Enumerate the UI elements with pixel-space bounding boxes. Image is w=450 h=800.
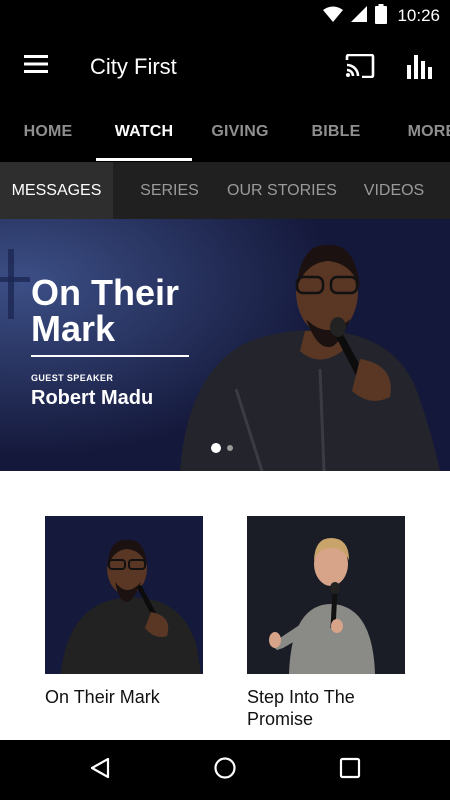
tab-bible[interactable]: BIBLE [288,102,384,162]
message-list: On Their Mark Step Into The Promise [0,471,450,740]
hero-divider [31,355,189,357]
status-bar: 10:26 [0,0,450,32]
tab-watch[interactable]: WATCH [96,102,192,162]
tab-indicator [96,158,192,161]
subtab-videos[interactable]: VIDEOS [338,162,450,219]
message-thumbnail[interactable] [45,516,203,674]
cast-icon [345,53,375,83]
hero-label: GUEST SPEAKER [31,373,114,383]
recents-button[interactable] [328,748,372,792]
carousel-dot-active[interactable] [211,443,221,453]
back-button[interactable] [78,748,122,792]
bar-chart-icon [407,53,433,84]
tab-home[interactable]: HOME [0,102,96,162]
subtab-series[interactable]: SERIES [113,162,226,219]
message-title[interactable]: On Their Mark [45,686,203,708]
message-card[interactable]: On Their Mark [45,516,203,708]
status-time: 10:26 [397,6,440,25]
app-title: City First [90,54,177,79]
hamburger-icon [24,54,48,78]
message-card[interactable]: Step Into The Promise [247,516,405,730]
tab-more[interactable]: MORE [384,102,450,162]
app-bar: City First [0,32,450,102]
cast-button[interactable] [338,46,382,90]
subtab-our-stories[interactable]: OUR STORIES [226,162,338,219]
menu-button[interactable] [14,44,58,88]
battery-icon [375,3,388,29]
sub-tabs: MESSAGES SERIES OUR STORIES VIDEOS [0,162,450,219]
cellular-icon [351,5,368,27]
stats-button[interactable] [398,46,442,90]
hero-speaker: Robert Madu [31,387,154,409]
carousel-indicator [211,443,233,453]
status-icons: 10:26 [323,3,440,29]
subtab-messages[interactable]: MESSAGES [0,162,113,219]
hero-title: On Their Mark [31,272,180,349]
carousel-dot[interactable] [227,445,233,451]
home-button[interactable] [203,748,247,792]
back-triangle-icon [88,756,112,785]
home-circle-icon [213,756,237,785]
system-nav-bar [0,740,450,800]
wifi-icon [323,6,344,27]
recents-square-icon [339,757,361,784]
main-tabs: HOME WATCH GIVING BIBLE MORE [0,102,450,162]
message-thumbnail[interactable] [247,516,405,674]
message-title[interactable]: Step Into The Promise [247,686,405,730]
hero-banner[interactable]: On Their Mark GUEST SPEAKER Robert Madu [0,219,450,471]
tab-giving[interactable]: GIVING [192,102,288,162]
